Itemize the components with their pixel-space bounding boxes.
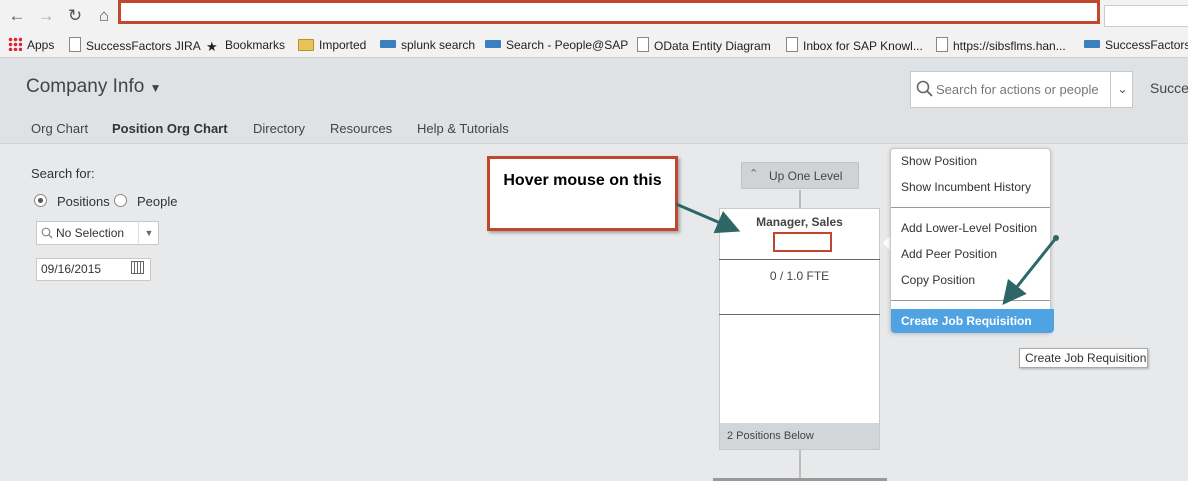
star-icon: ★ (206, 39, 218, 54)
folder-icon (298, 39, 314, 51)
user-name[interactable]: Success (1150, 80, 1188, 96)
search-icon (916, 80, 933, 97)
menu-item-add-peer-position[interactable]: Add Peer Position (901, 247, 997, 261)
radio-positions[interactable] (34, 194, 47, 207)
forward-arrow-icon[interactable]: → (35, 5, 57, 27)
sap-icon (485, 40, 501, 48)
org-connector-line (799, 450, 801, 481)
search-dropdown-button[interactable]: ⌄ (1110, 72, 1134, 107)
page-icon (936, 37, 948, 52)
address-bar[interactable] (118, 0, 1100, 24)
page-icon (69, 37, 81, 52)
home-icon[interactable]: ⌂ (93, 5, 115, 27)
back-arrow-icon[interactable]: ← (6, 5, 28, 27)
search-for-label: Search for: (31, 166, 95, 181)
sap-icon (1084, 40, 1100, 48)
menu-item-copy-position[interactable]: Copy Position (901, 273, 975, 287)
up-one-level-label: Up One Level (769, 169, 843, 183)
caret-down-icon: ▼ (149, 81, 162, 95)
bookmark-inbox-sap[interactable]: Inbox for SAP Knowl... (786, 37, 923, 53)
tooltip-text: Create Job Requisition (1025, 351, 1147, 365)
bookmark-search-people[interactable]: Search - People@SAP (485, 37, 628, 53)
positions-below-label[interactable]: 2 Positions Below (727, 430, 814, 442)
chevron-up-icon: ⌃ (749, 168, 759, 180)
page-icon (637, 37, 649, 52)
bookmark-sibsflms[interactable]: https://sibsflms.han... (936, 37, 1066, 53)
annotation-callout-text: Hover mouse on this (503, 172, 662, 189)
bookmark-odata-entity-diagram[interactable]: OData Entity Diagram (637, 37, 771, 53)
annotation-highlight-box (773, 232, 832, 252)
menu-item-show-position[interactable]: Show Position (901, 154, 977, 168)
tab-directory[interactable]: Directory (253, 121, 305, 136)
menu-separator (891, 207, 1050, 208)
bookmark-successfactors-jira[interactable]: SuccessFactors JIRA (69, 37, 201, 53)
tab-resources[interactable]: Resources (330, 121, 392, 136)
global-search-input[interactable]: Search for actions or people (936, 82, 1099, 97)
position-title[interactable]: Manager, Sales (719, 215, 880, 229)
radio-people-label[interactable]: People (137, 194, 177, 209)
address-bar-right[interactable] (1104, 5, 1188, 27)
position-context-menu (890, 148, 1051, 333)
bookmark-splunk-search[interactable]: splunk search (380, 37, 475, 53)
date-value: 09/16/2015 (41, 262, 102, 276)
selection-value: No Selection (56, 226, 125, 240)
chevron-down-icon: ⌄ (1117, 82, 1128, 96)
annotation-callout (487, 156, 678, 231)
card-divider (719, 314, 880, 315)
menu-item-add-lower-level-position[interactable]: Add Lower-Level Position (901, 221, 1037, 235)
annotation-arrow-start (1053, 235, 1059, 241)
calendar-icon[interactable] (131, 261, 144, 274)
bookmark-successfactors[interactable]: SuccessFactors l (1084, 37, 1188, 53)
menu-item-create-job-requisition-label[interactable]: Create Job Requisition (901, 314, 1032, 328)
bookmark-bookmarks[interactable]: ★ Bookmarks (206, 37, 285, 54)
apps-grid-icon (8, 37, 22, 51)
card-divider (719, 259, 880, 260)
dropdown-arrow-icon[interactable]: ▼ (138, 221, 159, 245)
menu-item-show-incumbent-history[interactable]: Show Incumbent History (901, 180, 1031, 194)
position-fte: 0 / 1.0 FTE (769, 269, 830, 283)
bookmark-apps[interactable]: Apps (8, 37, 54, 53)
company-info-menu[interactable]: Company Info ▼ (26, 76, 161, 98)
tab-help-tutorials[interactable]: Help & Tutorials (417, 121, 509, 136)
bookmark-imported[interactable]: Imported (298, 37, 366, 53)
radio-positions-label[interactable]: Positions (57, 194, 110, 209)
radio-people[interactable] (114, 194, 127, 207)
reload-icon[interactable]: ↻ (64, 5, 86, 27)
menu-separator (891, 300, 1050, 301)
sap-icon (380, 40, 396, 48)
page-icon (786, 37, 798, 52)
search-icon (41, 227, 53, 239)
org-connector-line (799, 190, 801, 208)
tab-position-org-chart[interactable]: Position Org Chart (112, 121, 228, 136)
tab-org-chart[interactable]: Org Chart (31, 121, 88, 136)
